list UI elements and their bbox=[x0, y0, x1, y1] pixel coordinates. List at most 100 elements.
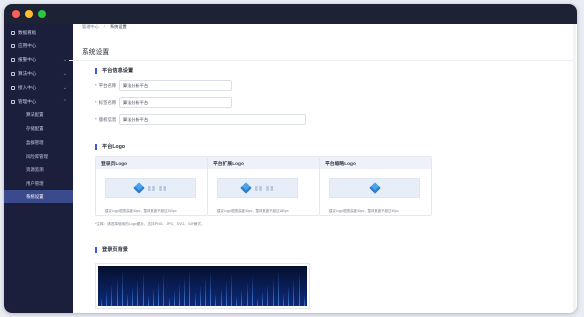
sidebar-subitem-label: 盒群管理 bbox=[26, 139, 44, 145]
scrollbar[interactable] bbox=[573, 24, 576, 313]
background-light-ray bbox=[215, 294, 217, 306]
logo-card-title: 平台缩略Logo bbox=[320, 157, 431, 169]
logo-card-title: 平台扩展Logo bbox=[208, 157, 319, 169]
section-title-login-background: 登录页背景 bbox=[95, 247, 128, 253]
background-light-ray bbox=[127, 293, 128, 306]
background-light-ray bbox=[163, 274, 165, 306]
breadcrumb-separator: / bbox=[103, 24, 105, 29]
sidebar-item-management[interactable]: 管理中心 ⌃ bbox=[4, 95, 73, 108]
sidebar-subitem-user-management[interactable]: 用户管理 bbox=[4, 177, 73, 190]
maximize-window-button[interactable] bbox=[38, 10, 46, 18]
sidebar-subitem-risk-library[interactable]: 风险库管理 bbox=[4, 150, 73, 163]
login-background-image bbox=[98, 266, 307, 306]
chevron-down-icon: ⌄ bbox=[62, 71, 67, 77]
logo-cube-icon bbox=[132, 182, 145, 194]
sidebar-item-algorithm[interactable]: 算法中心 ⌄ bbox=[4, 67, 73, 80]
sidebar-item-access[interactable]: 接入中心 ⌄ bbox=[4, 81, 73, 94]
sidebar-item-dashboard[interactable]: 数据看板 bbox=[4, 26, 73, 39]
logo-upload-thumbnail[interactable] bbox=[329, 178, 420, 198]
sidebar-item-label: 报警中心 bbox=[18, 56, 37, 62]
background-light-ray bbox=[257, 298, 258, 306]
logo-card-thumbnail: 平台缩略Logo 建议Logo图宽高度40px，整体宽度不超过40px bbox=[319, 156, 432, 216]
chevron-down-icon: ⌄ bbox=[62, 57, 67, 63]
copyright-label: * 版权信息 bbox=[95, 117, 116, 123]
background-light-ray bbox=[293, 279, 295, 306]
sidebar-subitem-system-settings[interactable]: 系统设置 bbox=[4, 190, 73, 203]
section-title-platform-logo: 平台Logo bbox=[95, 144, 125, 150]
background-light-ray bbox=[262, 291, 264, 306]
background-light-ray bbox=[225, 280, 227, 306]
apps-icon bbox=[11, 43, 15, 48]
sidebar-subitem-label: 用户管理 bbox=[26, 180, 44, 186]
background-light-ray bbox=[106, 291, 108, 306]
alarm-icon bbox=[11, 57, 15, 62]
sidebar-item-label: 数据看板 bbox=[18, 29, 37, 35]
background-light-ray bbox=[267, 284, 269, 306]
sidebar-subitem-box-management[interactable]: 盒群管理 bbox=[4, 136, 73, 149]
sidebar-item-label: 管理中心 bbox=[18, 98, 37, 104]
logo-cube-icon bbox=[239, 182, 252, 194]
logo-card-title: 登录页Logo bbox=[96, 157, 207, 169]
logo-hint: 建议Logo图宽高度40px，整体宽度不超过40px bbox=[329, 209, 399, 213]
logo-hint: 建议Logo图宽高度40px，整体宽度不超过180px bbox=[217, 209, 289, 213]
background-light-ray bbox=[189, 269, 191, 306]
sidebar-subitem-storage-config[interactable]: 存储配置 bbox=[4, 122, 73, 135]
background-light-ray bbox=[132, 286, 134, 306]
background-light-ray bbox=[142, 272, 144, 306]
close-window-button[interactable] bbox=[12, 10, 20, 18]
logo-wordmark-icon: ▮▮ ▮▮ bbox=[147, 185, 168, 192]
logo-format-note: *注释：请选择使用的Logo图片，支持PNG、JPG、SVG、GIF格式。 bbox=[95, 222, 205, 226]
logo-card-login: 登录页Logo ▮▮ ▮▮ 建议Logo图宽高度40px，整体宽度不超过200p… bbox=[95, 156, 208, 216]
copyright-input[interactable]: 算法分析平台 bbox=[119, 114, 306, 125]
background-light-ray bbox=[101, 298, 102, 306]
background-light-ray bbox=[184, 276, 186, 306]
page-title: 系统设置 bbox=[82, 49, 110, 56]
background-light-ray bbox=[231, 273, 232, 306]
sidebar-item-alarm[interactable]: 报警中心 ⌄ bbox=[4, 53, 73, 66]
background-light-ray bbox=[298, 272, 300, 306]
background-light-ray bbox=[137, 279, 139, 306]
breadcrumb-current: 系统设置 bbox=[109, 24, 127, 29]
required-mark: * bbox=[95, 83, 97, 88]
algorithm-icon bbox=[11, 71, 15, 76]
background-light-ray bbox=[210, 271, 212, 306]
logo-upload-extended[interactable]: ▮▮ ▮▮ bbox=[217, 178, 298, 198]
background-light-ray bbox=[121, 270, 123, 306]
sidebar-subitem-label: 风险库管理 bbox=[26, 153, 48, 159]
background-light-ray bbox=[283, 293, 284, 306]
sidebar-item-apps[interactable]: 应用中心 bbox=[4, 39, 73, 52]
sidebar-item-label: 算法中心 bbox=[18, 70, 37, 76]
section-title-platform-info: 平台信息设置 bbox=[95, 68, 133, 74]
breadcrumb-parent[interactable]: 管理中心 bbox=[82, 24, 99, 30]
sidebar-subitem-algorithm-config[interactable]: 算法配置 bbox=[4, 108, 73, 121]
background-light-ray bbox=[241, 289, 243, 306]
login-background-upload[interactable] bbox=[95, 263, 310, 309]
background-light-ray bbox=[173, 290, 175, 306]
tab-name-label: * 标签名称 bbox=[95, 100, 116, 106]
field-label-text: 标签名称 bbox=[98, 100, 117, 105]
logo-card-extended: 平台扩展Logo ▮▮ ▮▮ 建议Logo图宽高度40px，整体宽度不超过180… bbox=[207, 156, 320, 216]
background-light-ray bbox=[277, 270, 279, 306]
background-light-ray bbox=[147, 295, 149, 306]
background-light-ray bbox=[194, 292, 196, 306]
background-light-ray bbox=[111, 284, 113, 306]
background-light-ray bbox=[246, 282, 248, 306]
header-divider bbox=[69, 60, 573, 61]
minimize-window-button[interactable] bbox=[25, 10, 33, 18]
field-label-text: 版权信息 bbox=[98, 117, 117, 122]
logo-upload-login[interactable]: ▮▮ ▮▮ bbox=[105, 178, 196, 198]
platform-name-input[interactable]: 算法分析平台 bbox=[119, 80, 232, 91]
access-icon bbox=[11, 85, 15, 90]
logo-hint: 建议Logo图宽高度40px，整体宽度不超过200px bbox=[105, 209, 177, 213]
background-light-ray bbox=[116, 277, 118, 306]
platform-name-label: * 平台名称 bbox=[95, 83, 116, 89]
tab-name-input[interactable]: 算法分析平台 bbox=[119, 97, 232, 108]
background-light-ray bbox=[153, 288, 154, 306]
background-light-ray bbox=[199, 285, 201, 306]
sidebar-subitem-resource-monitor[interactable]: 资源监测 bbox=[4, 163, 73, 176]
sidebar-subitem-label: 系统设置 bbox=[26, 193, 44, 199]
required-mark: * bbox=[95, 117, 97, 122]
background-light-ray bbox=[205, 278, 206, 306]
logo-wordmark-icon: ▮▮ ▮▮ bbox=[254, 185, 275, 192]
sidebar: 数据看板 应用中心 报警中心 ⌄ 算法中心 ⌄ 接入中心 ⌄ 管理中心 ⌃ 算法… bbox=[4, 24, 73, 313]
